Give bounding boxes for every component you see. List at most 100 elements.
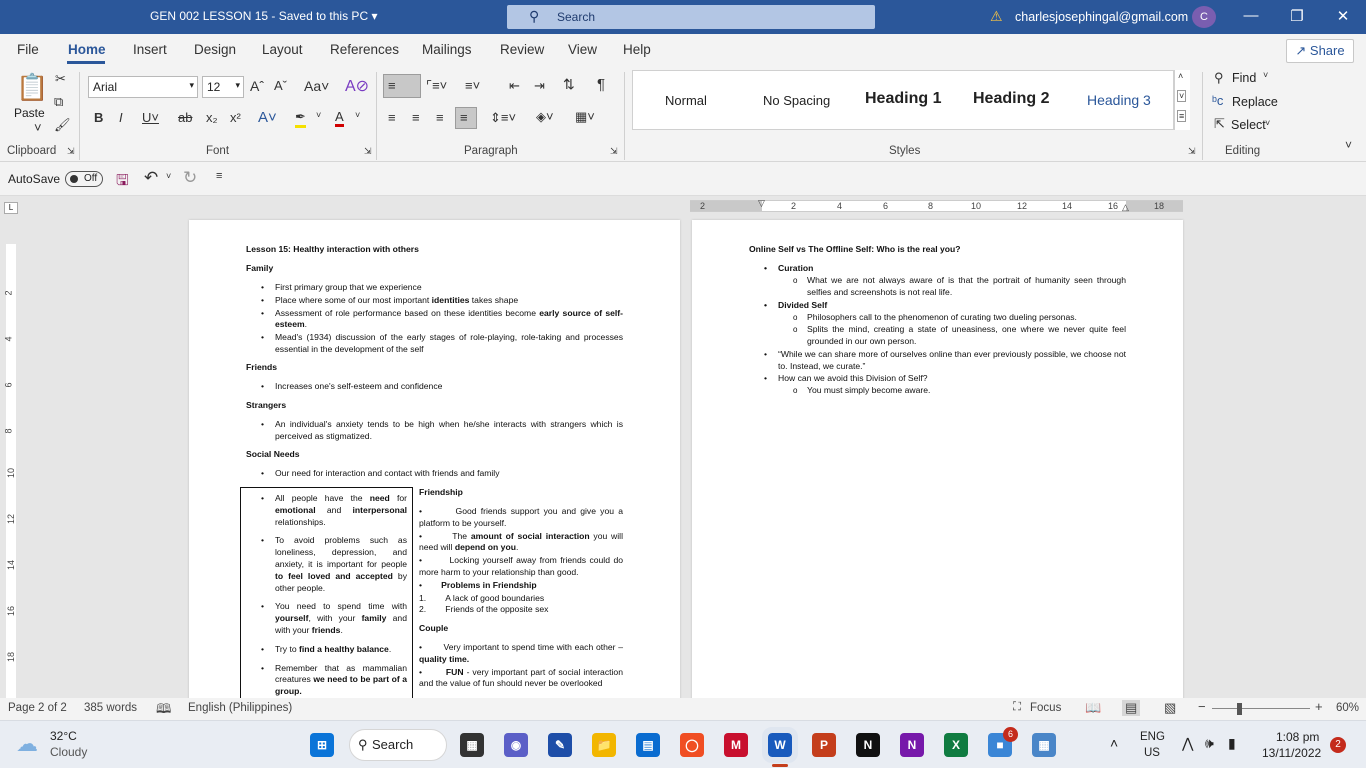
- style-heading-2[interactable]: Heading 2: [973, 90, 1049, 108]
- show-formatting-icon[interactable]: ¶: [597, 76, 605, 93]
- dialog-launcher-icon[interactable]: ⇲: [364, 146, 372, 157]
- volume-icon[interactable]: 🕪: [1205, 735, 1214, 752]
- font-size-select[interactable]: 12 ▾: [202, 76, 244, 98]
- text-effects-icon[interactable]: A˅: [258, 109, 277, 126]
- read-mode-icon[interactable]: 📖: [1085, 700, 1101, 716]
- taskbar-search[interactable]: ⚲ Search: [349, 729, 447, 761]
- clock-time[interactable]: 1:08 pm: [1276, 730, 1319, 744]
- chevron-down-icon[interactable]: ˅: [1265, 118, 1270, 128]
- strikethrough-icon[interactable]: ab: [178, 110, 192, 125]
- chevron-down-icon[interactable]: ˅: [166, 171, 171, 181]
- zoom-in-icon[interactable]: +: [1315, 699, 1323, 714]
- superscript-icon[interactable]: x²: [230, 110, 241, 125]
- battery-icon[interactable]: ▮: [1228, 735, 1236, 752]
- task-view-icon[interactable]: ▦: [460, 733, 484, 757]
- language[interactable]: English (Philippines): [188, 702, 292, 714]
- font-name-select[interactable]: Arial ▾: [88, 76, 198, 98]
- zoom-slider-thumb[interactable]: [1237, 703, 1242, 715]
- tab-stop-selector[interactable]: L: [4, 202, 18, 214]
- grow-font-icon[interactable]: Aˆ: [250, 78, 264, 94]
- collapse-ribbon-icon[interactable]: ˅: [1345, 138, 1352, 152]
- highlight-icon[interactable]: ✒: [295, 109, 306, 128]
- weather-condition[interactable]: Cloudy: [50, 745, 87, 759]
- replace-icon[interactable]: ᵇc: [1212, 93, 1223, 108]
- onenote-icon[interactable]: N: [900, 733, 924, 757]
- avatar[interactable]: C: [1192, 6, 1216, 28]
- align-center-icon[interactable]: ≡: [412, 110, 420, 125]
- tab-mailings[interactable]: Mailings: [422, 42, 472, 57]
- tab-view[interactable]: View: [568, 42, 597, 57]
- tab-home[interactable]: Home: [68, 42, 106, 57]
- dialog-launcher-icon[interactable]: ⇲: [1188, 146, 1196, 157]
- decrease-indent-icon[interactable]: ⇤: [509, 78, 520, 94]
- tab-review[interactable]: Review: [500, 42, 544, 57]
- find-icon[interactable]: ⚲: [1214, 70, 1224, 86]
- change-case-icon[interactable]: Aa˅: [304, 78, 329, 94]
- share-button[interactable]: ↗ Share: [1286, 39, 1354, 63]
- bold-icon[interactable]: B: [94, 110, 103, 125]
- format-painter-icon[interactable]: 🖌: [54, 117, 71, 133]
- document-workspace[interactable]: L 2 2 4 6 8 10 12 14 16 18 ▽ △ 2 4 6 8 1…: [0, 196, 1366, 698]
- undo-icon[interactable]: ↶: [144, 168, 158, 188]
- restore-icon[interactable]: ❐: [1287, 7, 1307, 25]
- excel-icon[interactable]: X: [944, 733, 968, 757]
- page-1[interactable]: Lesson 15: Healthy interaction with othe…: [189, 220, 680, 698]
- keyboard-region[interactable]: US: [1144, 747, 1160, 759]
- save-icon[interactable]: 🖫: [116, 170, 129, 195]
- mcafee-icon[interactable]: M: [724, 733, 748, 757]
- find-button[interactable]: Find: [1232, 71, 1256, 85]
- page-2[interactable]: Online Self vs The Offline Self: Who is …: [692, 220, 1183, 698]
- tab-references[interactable]: References: [330, 42, 399, 57]
- dialog-launcher-icon[interactable]: ⇲: [67, 146, 75, 157]
- focus-icon[interactable]: ⛶: [1013, 701, 1021, 714]
- zoom-level[interactable]: 60%: [1336, 702, 1359, 714]
- font-color-icon[interactable]: A: [335, 109, 344, 127]
- close-icon[interactable]: ✕: [1333, 7, 1353, 25]
- store-icon[interactable]: ▤: [636, 733, 660, 757]
- align-right-icon[interactable]: ≡: [436, 110, 444, 125]
- tab-design[interactable]: Design: [194, 42, 236, 57]
- subscript-icon[interactable]: x₂: [206, 110, 218, 125]
- paste-button[interactable]: Paste: [14, 106, 45, 120]
- tab-file[interactable]: File: [17, 42, 39, 57]
- horizontal-ruler[interactable]: 2 2 4 6 8 10 12 14 16 18 ▽ △: [690, 198, 1183, 213]
- zoom-out-icon[interactable]: −: [1198, 699, 1206, 714]
- indent-marker-icon[interactable]: ▽: [758, 198, 765, 209]
- page-count[interactable]: Page 2 of 2: [8, 702, 67, 714]
- underline-icon[interactable]: U˅: [142, 110, 159, 125]
- temperature[interactable]: 32°C: [50, 729, 77, 743]
- paste-icon[interactable]: 📋: [16, 72, 48, 103]
- align-left-icon[interactable]: ≡: [388, 110, 396, 125]
- chevron-down-icon[interactable]: ˅: [316, 110, 321, 120]
- styles-more-icon[interactable]: ≡: [1177, 110, 1187, 122]
- chevron-down-icon[interactable]: ˅: [355, 110, 360, 120]
- snip-icon[interactable]: ✎: [548, 733, 572, 757]
- word-count[interactable]: 385 words: [84, 702, 137, 714]
- chevron-down-icon[interactable]: ˅: [34, 120, 42, 135]
- cut-icon[interactable]: ✂: [55, 71, 66, 87]
- chevron-down-icon[interactable]: ˅: [1177, 90, 1187, 102]
- chat-icon[interactable]: ◉: [504, 733, 528, 757]
- right-indent-marker-icon[interactable]: △: [1122, 202, 1129, 213]
- select-icon[interactable]: ⇱: [1214, 116, 1225, 132]
- vertical-ruler[interactable]: 2 4 6 8 10 12 14 16 18: [0, 216, 20, 698]
- print-layout-icon[interactable]: ▤: [1122, 700, 1141, 716]
- calculator-icon[interactable]: ▦: [1032, 733, 1056, 757]
- styles-scroll[interactable]: ˄ ˅ ≡: [1174, 70, 1190, 130]
- select-button[interactable]: Select: [1231, 118, 1266, 132]
- wifi-icon[interactable]: ⋀: [1182, 735, 1193, 752]
- notion-icon[interactable]: N: [856, 733, 880, 757]
- italic-icon[interactable]: I: [119, 110, 123, 125]
- file-explorer-icon[interactable]: 📁: [592, 733, 616, 757]
- brave-icon[interactable]: ◯: [680, 733, 704, 757]
- notification-badge[interactable]: 2: [1330, 737, 1346, 753]
- language-code[interactable]: ENG: [1140, 731, 1165, 743]
- multilevel-list-icon[interactable]: ≡˅: [465, 78, 480, 93]
- line-spacing-icon[interactable]: ⇕≡˅: [490, 110, 516, 126]
- bullets-button[interactable]: ≡: [383, 74, 421, 98]
- word-icon[interactable]: W: [762, 727, 798, 763]
- shrink-font-icon[interactable]: Aˇ: [274, 78, 287, 93]
- shading-icon[interactable]: ◈˅: [536, 109, 554, 125]
- weather-icon[interactable]: ☁: [16, 731, 38, 757]
- zoom-slider[interactable]: [1212, 708, 1310, 709]
